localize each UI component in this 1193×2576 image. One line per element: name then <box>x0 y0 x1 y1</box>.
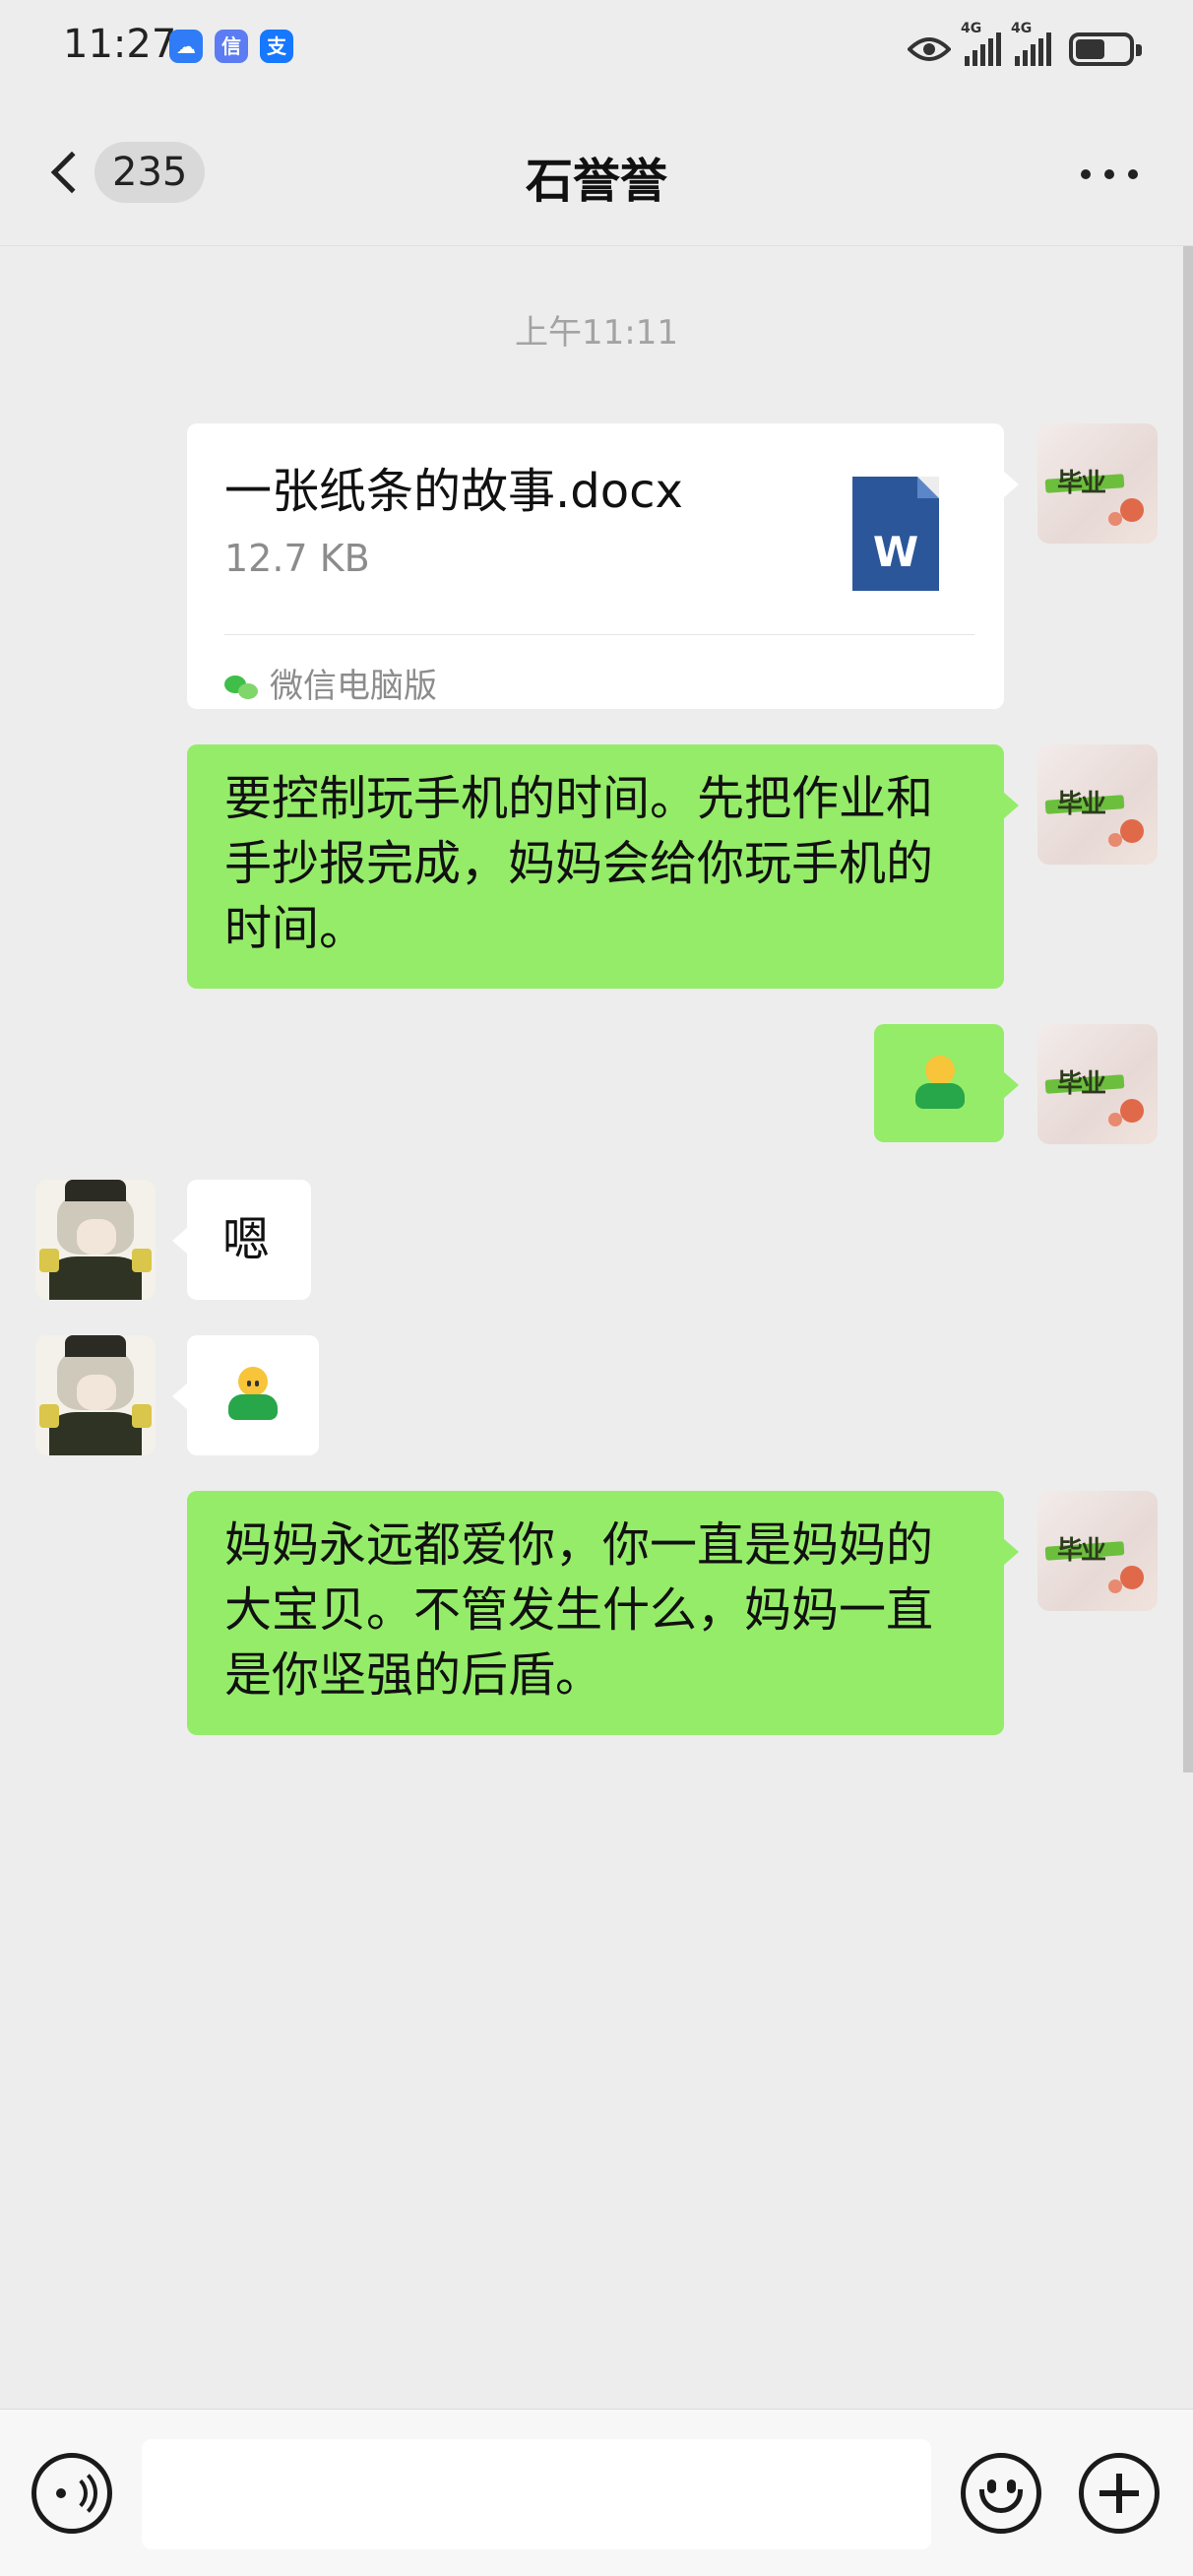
self-avatar[interactable]: 毕业 <box>1037 1491 1158 1611</box>
message-timestamp: 上午11:11 <box>515 313 678 353</box>
voice-input-button[interactable] <box>31 2453 112 2534</box>
file-source-label: 微信电脑版 <box>270 667 437 706</box>
battery-level <box>1076 39 1104 59</box>
received-emoji-bubble[interactable] <box>172 1335 319 1455</box>
network-type-2: 4G <box>1011 21 1033 36</box>
sent-message-text: 妈妈永远都爱你，你一直是妈妈的大宝贝。不管发生什么，妈妈一直是你坚强的后盾。 <box>224 1517 934 1703</box>
file-size: 12.7 KB <box>224 537 370 580</box>
person-emoji-icon <box>222 1365 282 1424</box>
battery-icon <box>1069 32 1142 66</box>
received-message-text: 嗯 <box>222 1212 271 1267</box>
status-time: 11:27 <box>63 22 177 67</box>
self-avatar[interactable]: 毕业 <box>1037 423 1158 544</box>
sent-message-text: 要控制玩手机的时间。先把作业和手抄报完成，妈妈会给你玩手机的时间。 <box>224 771 934 956</box>
more-options-button[interactable] <box>1081 169 1138 179</box>
scrollbar[interactable] <box>1183 246 1193 1772</box>
more-dot-icon <box>1081 169 1091 179</box>
contact-avatar[interactable] <box>35 1335 156 1455</box>
chat-header: 235 石誉誉 <box>0 98 1193 246</box>
wechat-icon <box>224 672 260 701</box>
received-message-bubble[interactable]: 嗯 <box>172 1180 311 1300</box>
sent-emoji-bubble[interactable] <box>874 1024 1019 1142</box>
alipay-icon: 支 <box>260 30 293 63</box>
message-input[interactable] <box>142 2439 931 2549</box>
file-name: 一张纸条的故事.docx <box>224 464 683 519</box>
self-avatar[interactable]: 毕业 <box>1037 1024 1158 1144</box>
cloud-app-icon: ☁ <box>169 30 203 63</box>
input-bar <box>0 2409 1193 2576</box>
emoji-button[interactable] <box>961 2453 1041 2534</box>
file-source: 微信电脑版 <box>224 654 437 719</box>
signal-icon-2: 4G <box>1011 21 1051 66</box>
sent-message-bubble[interactable]: 要控制玩手机的时间。先把作业和手抄报完成，妈妈会给你玩手机的时间。 <box>187 744 1019 989</box>
signal-icon-1: 4G <box>961 21 1001 66</box>
word-document-icon: W <box>852 477 939 591</box>
status-indicators: 4G 4G <box>908 21 1142 73</box>
finance-app-icon: 信 <box>215 30 248 63</box>
sent-message-bubble[interactable]: 妈妈永远都爱你，你一直是妈妈的大宝贝。不管发生什么，妈妈一直是你坚强的后盾。 <box>187 1491 1019 1735</box>
eye-icon <box>908 37 951 61</box>
person-emoji-icon <box>910 1054 969 1113</box>
contact-avatar[interactable] <box>35 1180 156 1300</box>
network-type-1: 4G <box>961 21 982 36</box>
chat-title: 石誉誉 <box>525 154 667 209</box>
status-bar: 11:27 ☁ 信 支 4G 4G <box>0 0 1193 98</box>
more-functions-button[interactable] <box>1079 2453 1160 2534</box>
file-message[interactable]: 一张纸条的故事.docx 12.7 KB W 微信电脑版 <box>187 423 1019 709</box>
divider <box>224 634 974 635</box>
self-avatar[interactable]: 毕业 <box>1037 744 1158 865</box>
